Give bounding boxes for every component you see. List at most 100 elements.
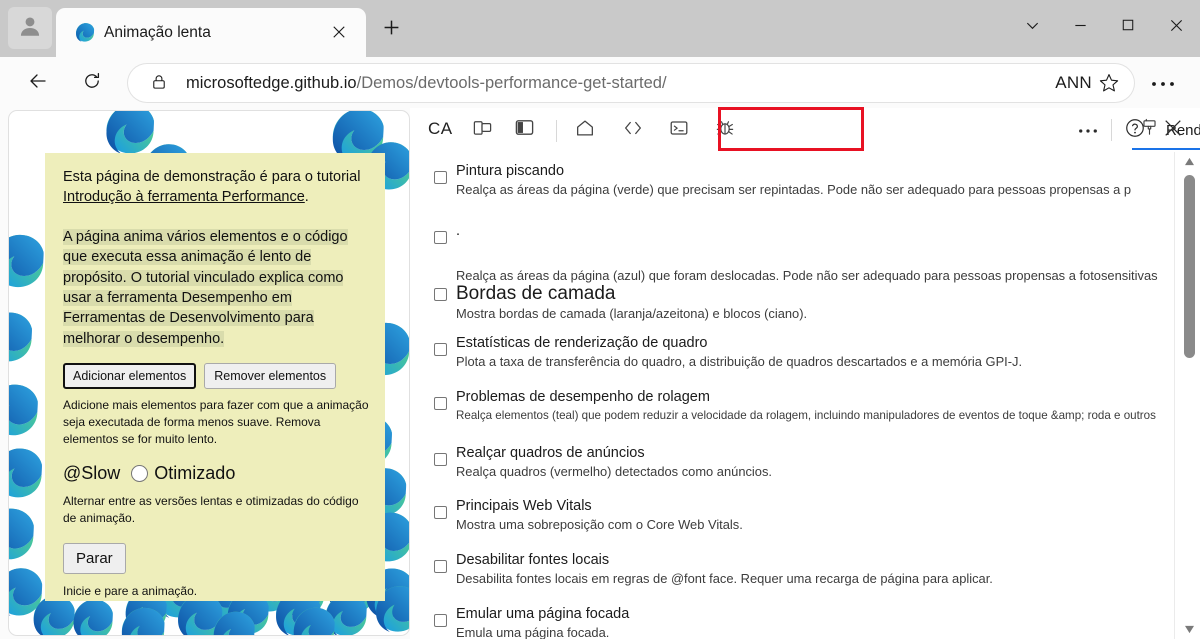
new-tab-button[interactable] [374,14,408,46]
rendering-option-checkbox[interactable] [434,231,447,244]
browser-tab[interactable]: Animação lenta [56,8,366,57]
rendering-option-title: Realçar quadros de anúncios [456,445,645,461]
dock-side-button[interactable] [508,114,540,146]
browser-settings-button[interactable] [1148,71,1178,95]
device-toolbar-button[interactable] [466,114,498,146]
reload-icon [82,71,102,96]
rendering-option-row[interactable]: Estatísticas de renderização de quadro Pl… [410,334,1200,371]
demo-tutorial-link[interactable]: Introdução à ferramenta Performance [63,189,305,205]
rendering-option-title: Principais Web Vitals [456,498,592,514]
devtools-help-button[interactable] [1116,111,1154,149]
edge-logo-decoration [209,607,259,635]
rendering-option-description: Realça as áreas da página (verde) que pr… [456,182,1132,197]
toolbar-divider [1111,119,1112,141]
maximize-button[interactable] [1104,1,1152,49]
rendering-option-row[interactable]: . Realça as áreas da página (azul) que fo… [410,222,1200,285]
rendering-option-checkbox[interactable] [434,288,447,301]
rendering-option-row[interactable]: Bordas de camada Mostra bordas de camada … [410,282,1200,323]
remove-elements-button[interactable]: Remover elementos [204,363,337,390]
edge-logo-decoration [9,307,37,365]
rendering-option-checkbox[interactable] [434,453,447,466]
address-bar-right-actions: ANN [1055,64,1120,102]
tab-actions-button[interactable] [1008,1,1056,49]
close-window-button[interactable] [1152,1,1200,49]
demo-button-row: Adicionar elementos Remover elementos [63,363,373,390]
navigation-toolbar: microsoftedge.github.io/Demos/devtools-p… [0,57,1200,108]
plus-icon [383,19,400,41]
devtools-toolbar-right [1069,108,1200,152]
devtools-panel: CA Rend Pintura piscando Realça as áreas… [410,108,1200,639]
scroll-down-arrow-icon[interactable] [1181,621,1198,638]
browser-window: Animação lenta microsoftedge.github.io/D… [0,0,1200,639]
rendering-option-row[interactable]: Principais Web Vitals Mostra uma sobrepos… [410,497,1200,534]
elements-button[interactable] [616,114,650,146]
edge-logo-decoration [69,595,117,635]
demo-radio-caption: Alternar entre as versões lentas e otimi… [63,493,373,527]
rendering-option-description: Realça elementos (teal) que podem reduzi… [456,409,1156,422]
device-toolbar-icon [472,117,493,143]
rendering-option-checkbox[interactable] [434,397,447,410]
console-icon [668,117,690,144]
minimize-button[interactable] [1056,1,1104,49]
rendering-option-description: Mostra uma sobreposição com o Core Web V… [456,517,743,532]
rendering-option-description: Plota a taxa de transferência do quadro,… [456,354,1023,369]
back-arrow-icon [28,71,48,96]
radio-slow-label[interactable]: @Slow [63,463,120,484]
ellipsis-icon [1078,121,1098,139]
edge-logo-decoration [9,379,43,439]
rendering-panel-scrollbar[interactable] [1181,153,1198,638]
reload-button[interactable] [74,65,110,101]
demo-card: Esta página de demonstração é para o tut… [45,153,385,601]
annotation-highlight-box [718,107,864,151]
stop-button[interactable]: Parar [63,543,126,575]
demo-stop-caption: Inicie e pare a animação. [63,584,198,599]
profile-initials: ANN [1055,73,1092,92]
rendering-option-checkbox[interactable] [434,343,447,356]
rendering-option-checkbox[interactable] [434,506,447,519]
address-bar[interactable]: microsoftedge.github.io/Demos/devtools-p… [128,64,1134,102]
edge-favicon [74,21,96,43]
ellipsis-icon [1151,74,1175,92]
demo-paragraph-1-prefix: Esta página de demonstração é para o tut… [63,169,361,185]
dock-panel-icon [514,117,535,143]
rendering-options-list[interactable]: Pintura piscando Realça as áreas da págin… [410,152,1200,639]
rendering-option-description: Mostra bordas de camada (laranja/azeiton… [456,306,808,321]
rendering-option-row[interactable]: Desabilitar fontes locais Desabilita font… [410,551,1200,588]
rendering-option-row[interactable]: Realçar quadros de anúncios Realça quadro… [410,444,1200,481]
edge-logo-decoration [117,603,169,635]
rendering-option-row[interactable]: Problemas de desempenho de rolagem Realça… [410,388,1200,425]
url-host: microsoftedge.github.io [186,74,357,92]
rendering-option-checkbox[interactable] [434,614,447,627]
rendering-option-title: Desabilitar fontes locais [456,552,610,568]
home-button[interactable] [568,114,602,146]
demo-buttons-caption: Adicione mais elementos para fazer com q… [63,398,369,447]
devtools-close-button[interactable] [1154,111,1192,149]
demo-stop-row: Parar [63,543,373,575]
back-button[interactable] [20,65,56,101]
star-icon[interactable] [1098,72,1120,94]
radio-optimized-label[interactable]: Otimizado [154,463,235,484]
home-icon [574,117,596,144]
rendering-option-row[interactable]: Emular uma página focada Emula uma página… [410,605,1200,639]
console-button[interactable] [662,114,696,146]
edge-logo-decoration [9,503,39,563]
rendering-option-checkbox[interactable] [434,560,447,573]
rendering-option-title: Problemas de desempenho de rolagem [456,389,710,405]
add-elements-button[interactable]: Adicionar elementos [63,363,197,390]
tab-close-icon[interactable] [328,21,350,43]
address-bar-url: microsoftedge.github.io/Demos/devtools-p… [186,64,667,102]
url-path: /Demos/devtools-performance-get-started/ [356,74,667,92]
rendering-option-row[interactable]: Pintura piscando Realça as áreas da págin… [410,162,1200,199]
panel-divider [1174,152,1175,639]
tab-title: Animação lenta [104,24,211,41]
scroll-up-arrow-icon[interactable] [1181,153,1198,170]
profile-button[interactable] [8,7,52,49]
rendering-option-title: . [456,223,461,239]
rendering-option-title: Emular uma página focada [456,606,630,622]
devtools-more-button[interactable] [1069,111,1107,149]
rendering-option-checkbox[interactable] [434,171,447,184]
close-icon [1163,118,1183,143]
edge-logo-decoration [9,443,47,501]
scrollbar-thumb[interactable] [1184,175,1195,358]
radio-optimized-input[interactable] [131,465,149,483]
